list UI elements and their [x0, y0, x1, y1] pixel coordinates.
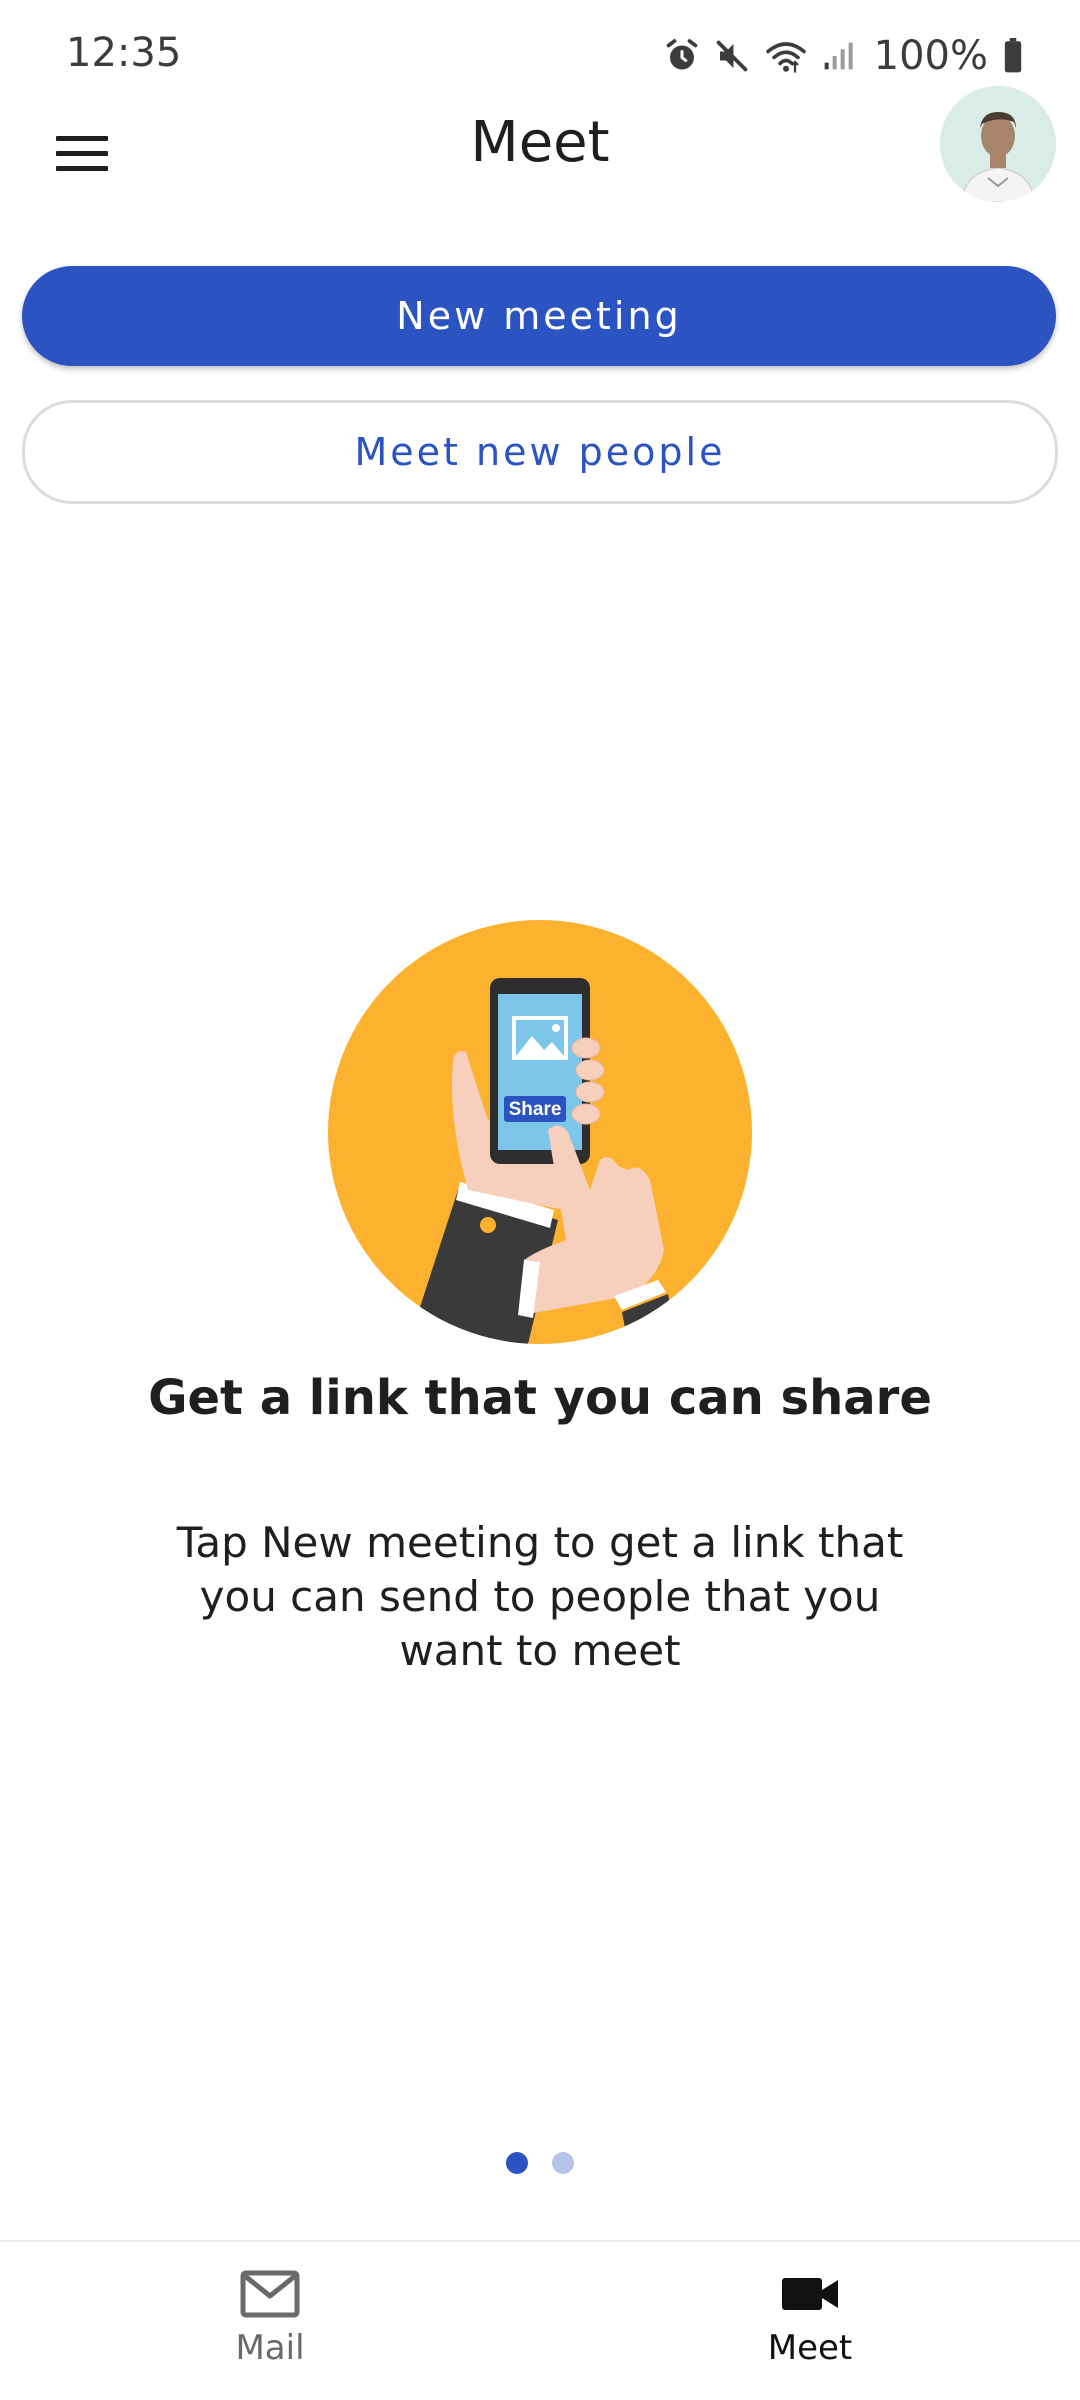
- nav-label-meet: Meet: [767, 2328, 853, 2368]
- page-dot-2[interactable]: [552, 2152, 574, 2174]
- mute-icon: [714, 38, 750, 74]
- battery-percent: 100%: [873, 33, 988, 79]
- signal-icon: [822, 40, 854, 72]
- new-meeting-button[interactable]: New meeting: [22, 266, 1056, 366]
- nav-item-mail[interactable]: Mail: [170, 2270, 370, 2368]
- nav-label-mail: Mail: [235, 2328, 305, 2368]
- bottom-navigation: Mail Meet: [0, 2240, 1080, 2400]
- video-camera-icon: [782, 2278, 838, 2310]
- onboarding-body: Tap New meeting to get a link that you c…: [176, 1518, 904, 1675]
- battery-icon: [1002, 38, 1024, 74]
- status-icons: 100%: [664, 28, 1024, 84]
- nav-item-meet[interactable]: Meet: [710, 2270, 910, 2368]
- share-illustration: Share: [328, 920, 752, 1344]
- status-time: 12:35: [66, 30, 182, 76]
- page-title: Meet: [470, 110, 610, 175]
- page-dot-1[interactable]: [506, 2152, 528, 2174]
- share-label: Share: [509, 1099, 562, 1120]
- onboarding-title: Get a link that you can share: [148, 1370, 932, 1426]
- meet-screen: 12:35 100% Meet New meeting Meet new peo…: [0, 0, 1080, 2400]
- wifi-icon: [764, 38, 808, 74]
- avatar[interactable]: [940, 86, 1056, 202]
- meet-new-people-button[interactable]: Meet new people: [22, 400, 1058, 504]
- alarm-icon: [664, 38, 700, 74]
- mail-icon: [240, 2270, 300, 2318]
- app-bar: Meet: [0, 80, 1080, 210]
- page-indicator: [0, 2152, 1080, 2174]
